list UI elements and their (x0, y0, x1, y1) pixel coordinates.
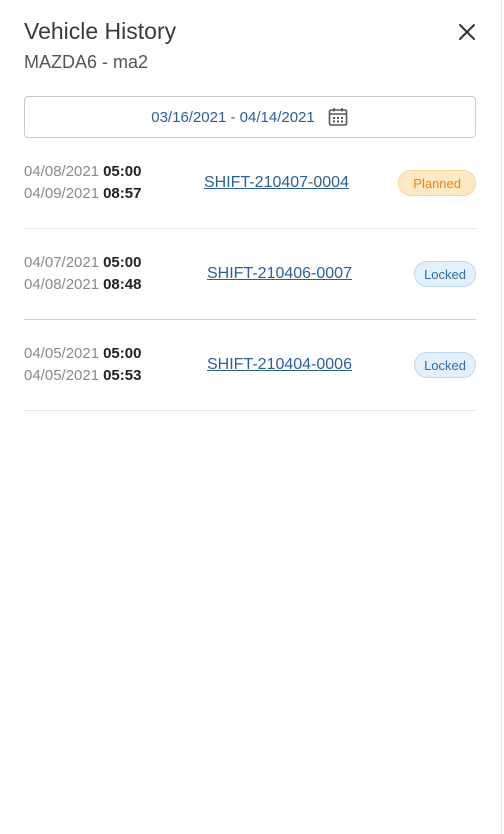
vehicle-name: MAZDA6 - ma2 (24, 52, 149, 72)
end-time: 05:53 (103, 367, 142, 384)
shift-row: 04/08/2021 05:00 04/09/2021 08:57 SHIFT-21… (24, 138, 476, 229)
status-badge: Locked (414, 352, 476, 378)
status-badge: Planned (398, 170, 476, 196)
shift-times: 04/05/2021 05:00 04/05/2021 05:53 (24, 343, 184, 387)
calendar-icon (328, 108, 348, 126)
close-icon (459, 24, 475, 40)
date-range-value: 03/16/2021 - 04/14/2021 (151, 108, 315, 126)
start-time: 05:00 (103, 254, 142, 271)
panel-title: Vehicle History (24, 18, 177, 44)
end-date: 04/08/2021 (24, 276, 100, 293)
start-date: 04/08/2021 (24, 163, 100, 180)
shift-list: 04/08/2021 05:00 04/09/2021 08:57 SHIFT-21… (24, 138, 476, 411)
shift-row: 04/07/2021 05:00 04/08/2021 08:48 SHIFT-21… (24, 229, 476, 320)
start-date: 04/05/2021 (24, 345, 100, 362)
panel-header: Vehicle History MAZDA6 - ma2 (24, 16, 477, 74)
end-date: 04/09/2021 (24, 185, 100, 202)
vehicle-history-panel: Vehicle History MAZDA6 - ma2 03/16/2021 … (0, 0, 502, 834)
status-badge: Locked (414, 261, 476, 287)
close-button[interactable] (457, 22, 477, 42)
shift-row: 04/05/2021 05:00 04/05/2021 05:53 SHIFT-21… (24, 320, 476, 411)
end-time: 08:57 (103, 185, 142, 202)
shift-link[interactable]: SHIFT-210407-0004 (204, 174, 349, 192)
end-time: 08:48 (103, 276, 142, 293)
date-range-picker[interactable]: 03/16/2021 - 04/14/2021 (24, 96, 476, 138)
end-date: 04/05/2021 (24, 367, 100, 384)
start-date: 04/07/2021 (24, 254, 100, 271)
start-time: 05:00 (103, 345, 142, 362)
shift-link[interactable]: SHIFT-210404-0006 (207, 356, 352, 374)
shift-times: 04/07/2021 05:00 04/08/2021 08:48 (24, 252, 184, 296)
shift-link[interactable]: SHIFT-210406-0007 (207, 265, 352, 283)
shift-times: 04/08/2021 05:00 04/09/2021 08:57 (24, 161, 184, 205)
start-time: 05:00 (103, 163, 142, 180)
